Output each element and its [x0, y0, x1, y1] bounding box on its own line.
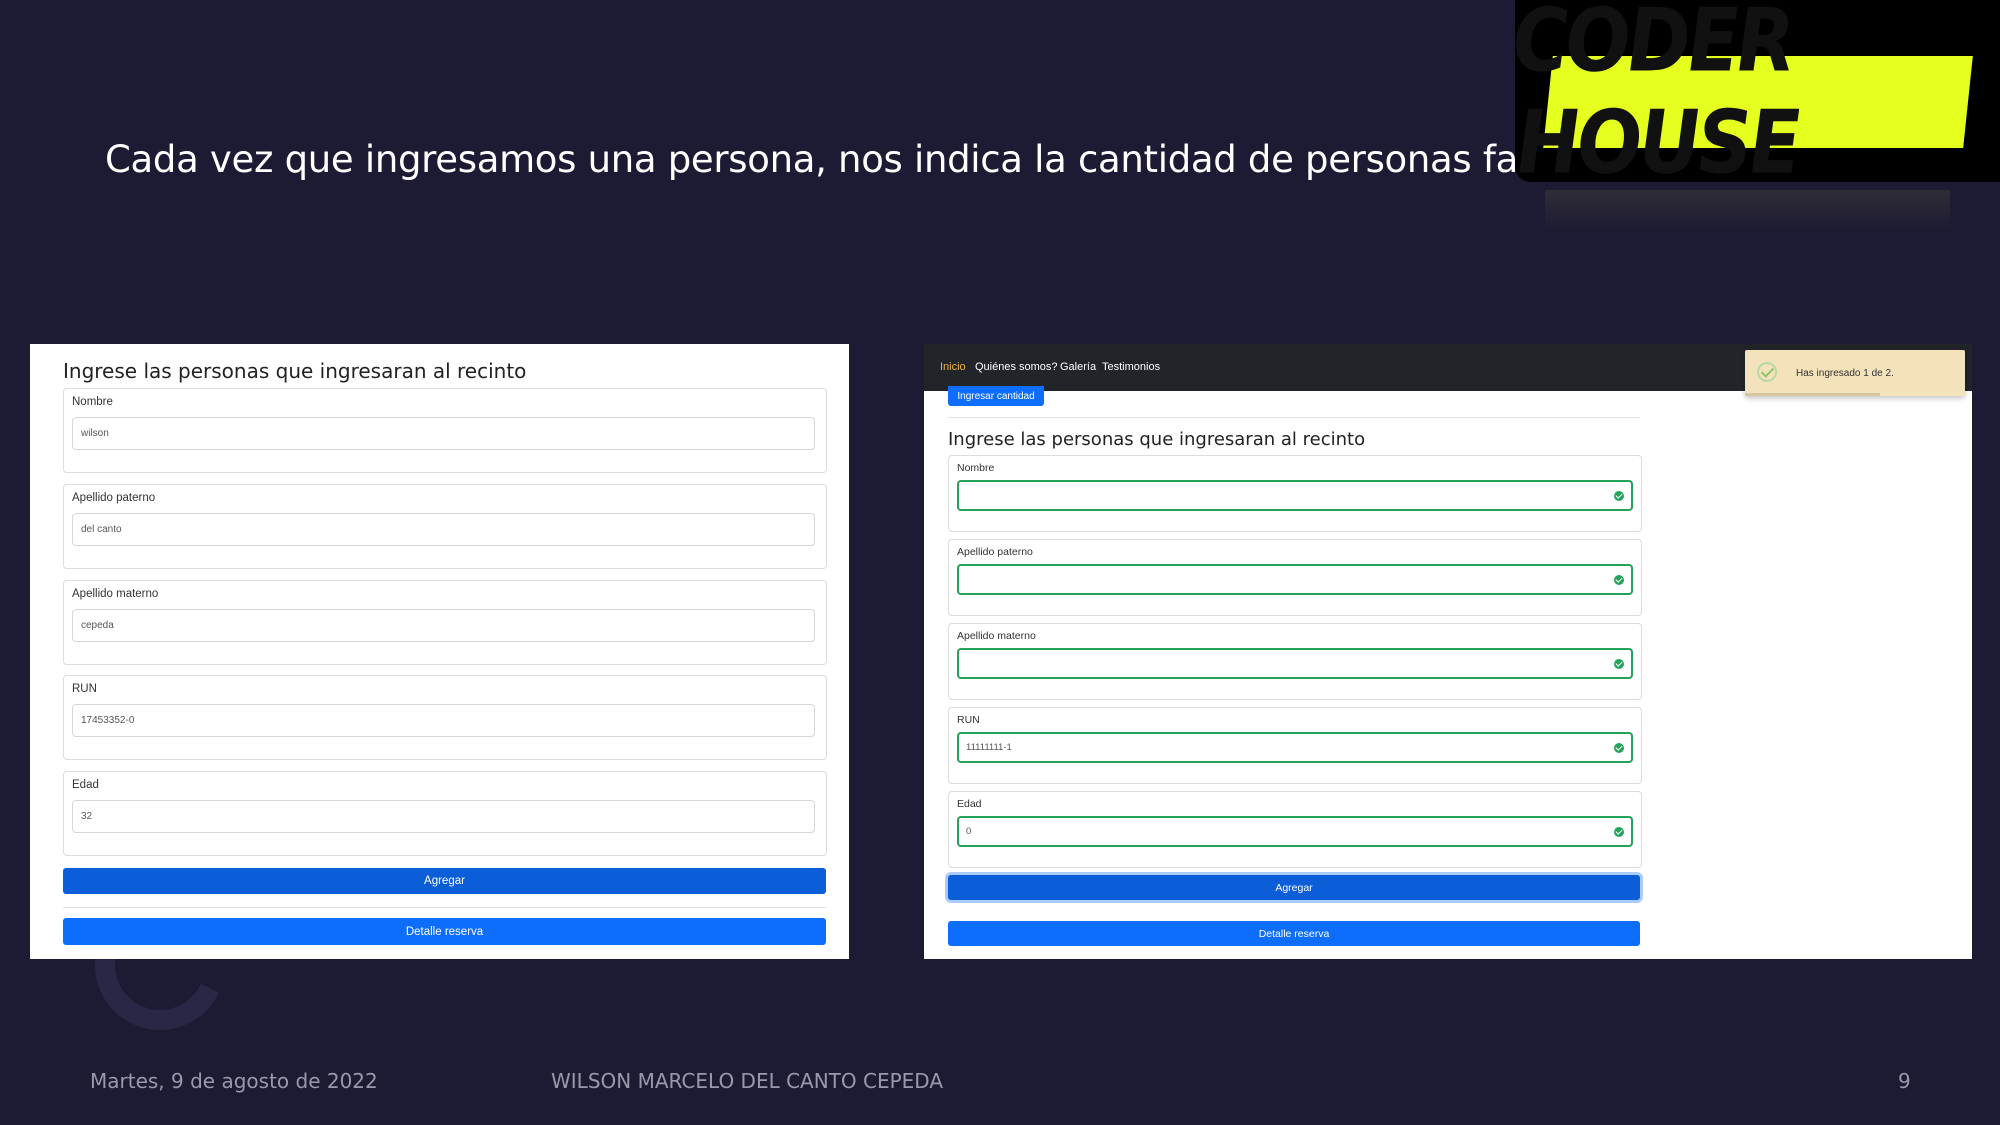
logo-text: CODER HOUSE [1511, 0, 1801, 194]
field-label: RUN [72, 683, 97, 695]
nombre-input[interactable]: wilson [72, 417, 815, 450]
field-label: Nombre [957, 462, 995, 474]
field-label: Edad [72, 779, 99, 791]
nav-item-galeria[interactable]: Galería [1060, 361, 1096, 373]
field-card-nombre: Nombre wilson [63, 388, 827, 473]
valid-check-icon [1614, 490, 1624, 501]
apellido-paterno-input[interactable]: del canto [72, 513, 815, 546]
detalle-reserva-button[interactable]: Detalle reserva [948, 921, 1640, 946]
field-card-apellido-materno: Apellido materno cepeda [63, 580, 827, 665]
toast-message: Has ingresado 1 de 2. [1796, 368, 1894, 379]
page-number: 9 [1898, 1069, 1911, 1093]
field-label: RUN [957, 714, 980, 726]
field-label: Apellido materno [72, 588, 159, 600]
divider [948, 417, 1640, 418]
input-value: 0 [966, 826, 972, 837]
left-screenshot: Ingrese las personas que ingresaran al r… [30, 344, 849, 959]
detalle-reserva-button[interactable]: Detalle reserva [63, 918, 826, 945]
logo-reflection [1545, 190, 1950, 230]
field-label: Nombre [72, 396, 113, 408]
field-card-apellido-paterno: Apellido paterno del canto [63, 484, 827, 569]
apellido-materno-input[interactable] [957, 648, 1633, 679]
footer-date: Martes, 9 de agosto de 2022 [90, 1069, 378, 1093]
apellido-materno-input[interactable]: cepeda [72, 609, 815, 642]
field-label: Apellido paterno [72, 492, 156, 504]
field-card-edad: Edad 32 [63, 771, 827, 856]
field-card-apellido-materno: Apellido materno [948, 623, 1642, 700]
divider [63, 907, 826, 908]
field-card-run: RUN 11111111-1 [948, 707, 1642, 784]
field-card-run: RUN 17453352-0 [63, 675, 827, 760]
coderhouse-logo: CODER HOUSE [1511, 0, 2000, 193]
nav-item-quienes-somos[interactable]: Quiénes somos? [975, 361, 1058, 373]
valid-check-icon [1614, 742, 1624, 753]
edad-input[interactable]: 0 [957, 816, 1633, 847]
field-label: Apellido materno [957, 630, 1036, 642]
ingresar-cantidad-button[interactable]: Ingresar cantidad [948, 386, 1044, 406]
form-heading: Ingrese las personas que ingresaran al r… [63, 359, 527, 383]
field-label: Apellido paterno [957, 546, 1033, 558]
footer-author: WILSON MARCELO DEL CANTO CEPEDA [551, 1069, 944, 1093]
field-label: Edad [957, 798, 982, 810]
toast-progress-bar [1745, 393, 1880, 396]
field-card-nombre: Nombre [948, 455, 1642, 532]
toast-notification[interactable]: Has ingresado 1 de 2. [1745, 350, 1965, 396]
field-card-edad: Edad 0 [948, 791, 1642, 868]
valid-check-icon [1614, 574, 1624, 585]
agregar-button[interactable]: Agregar [63, 868, 826, 894]
nav-item-inicio[interactable]: Inicio [940, 361, 966, 373]
nombre-input[interactable] [957, 480, 1633, 511]
nav-item-testimonios[interactable]: Testimonios [1102, 361, 1160, 373]
apellido-paterno-input[interactable] [957, 564, 1633, 595]
slide-title: Cada vez que ingresamos una persona, nos… [105, 138, 1655, 181]
agregar-button[interactable]: Agregar [948, 875, 1640, 900]
edad-input[interactable]: 32 [72, 800, 815, 833]
run-input[interactable]: 11111111-1 [957, 732, 1633, 763]
input-value: 11111111-1 [966, 742, 1012, 753]
field-card-apellido-paterno: Apellido paterno [948, 539, 1642, 616]
form-heading: Ingrese las personas que ingresaran al r… [948, 429, 1366, 450]
success-check-icon [1757, 362, 1777, 382]
run-input[interactable]: 17453352-0 [72, 704, 815, 737]
right-screenshot: Inicio Quiénes somos? Galería Testimonio… [924, 344, 1972, 959]
valid-check-icon [1614, 658, 1624, 669]
valid-check-icon [1614, 826, 1624, 837]
